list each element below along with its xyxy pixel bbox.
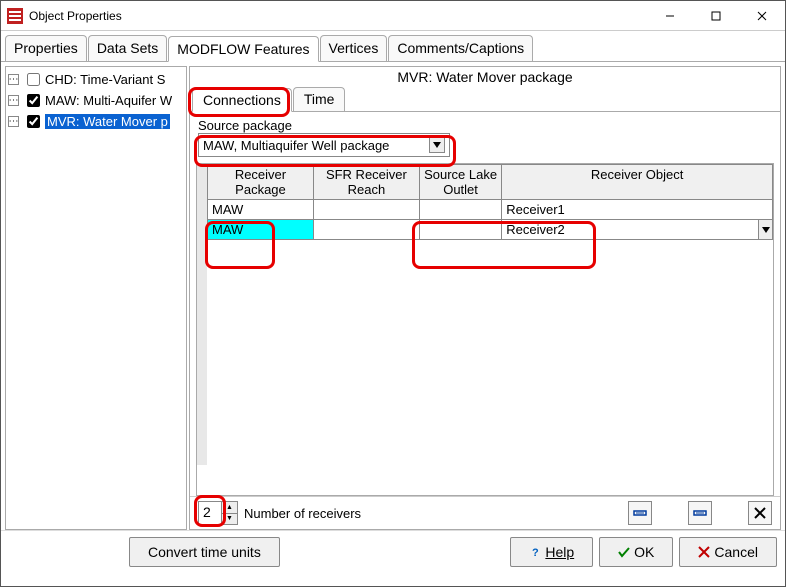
receivers-count-label: Number of receivers: [244, 506, 361, 521]
tree-checkbox[interactable]: [27, 73, 40, 86]
tab-vertices[interactable]: Vertices: [320, 35, 388, 61]
x-icon: [698, 546, 710, 558]
tree-item-maw[interactable]: ⋯ MAW: Multi-Aquifer W: [8, 90, 184, 111]
cell-sfr[interactable]: [313, 220, 419, 240]
ok-button[interactable]: OK: [599, 537, 673, 567]
col-sfr-reach: SFR Receiver Reach: [313, 165, 419, 200]
tab-data-sets[interactable]: Data Sets: [88, 35, 167, 61]
help-button[interactable]: ? Help: [510, 537, 593, 567]
window-title: Object Properties: [29, 9, 647, 23]
spin-up-button[interactable]: ▲: [222, 502, 237, 514]
insert-row-button[interactable]: [628, 501, 652, 525]
tree-label: MVR: Water Mover p: [45, 114, 170, 129]
tree-item-chd[interactable]: ⋯ CHD: Time-Variant S: [8, 69, 184, 90]
receivers-count-input[interactable]: 2: [198, 501, 222, 525]
row-handle[interactable]: [197, 164, 207, 465]
question-icon: ?: [529, 546, 541, 558]
minimize-button[interactable]: [647, 1, 693, 31]
receivers-table[interactable]: Receiver Package SFR Receiver Reach Sour…: [207, 164, 773, 240]
source-package-value: MAW, Multiaquifer Well package: [203, 138, 389, 153]
table-row[interactable]: MAW Receiver1: [208, 200, 773, 220]
panel-title: MVR: Water Mover package: [190, 67, 780, 87]
expander-icon[interactable]: ⋯: [8, 74, 19, 85]
app-icon: [7, 8, 23, 24]
source-package-dropdown[interactable]: MAW, Multiaquifer Well package: [198, 133, 450, 157]
spin-down-button[interactable]: ▼: [222, 514, 237, 525]
dialog-footer: Convert time units ? Help OK Cancel: [1, 530, 785, 573]
expander-icon[interactable]: ⋯: [8, 116, 19, 127]
tab-time[interactable]: Time: [293, 87, 346, 111]
main-tabs: Properties Data Sets MODFLOW Features Ve…: [1, 31, 785, 62]
delete-row-button[interactable]: [748, 501, 772, 525]
sub-tabs: Connections Time: [190, 87, 780, 112]
table-row[interactable]: MAW Receiver2: [208, 220, 773, 240]
add-row-button[interactable]: [688, 501, 712, 525]
cell-sfr[interactable]: [313, 200, 419, 220]
expander-icon[interactable]: ⋯: [8, 95, 19, 106]
maximize-button[interactable]: [693, 1, 739, 31]
chevron-down-icon[interactable]: [429, 137, 445, 153]
cell-obj[interactable]: Receiver2: [502, 220, 773, 240]
tab-comments[interactable]: Comments/Captions: [388, 35, 533, 61]
right-panel: MVR: Water Mover package Connections Tim…: [189, 66, 781, 530]
tree-item-mvr[interactable]: ⋯ MVR: Water Mover p: [8, 111, 184, 132]
titlebar: Object Properties: [1, 1, 785, 31]
cancel-button[interactable]: Cancel: [679, 537, 777, 567]
receivers-table-wrapper: Receiver Package SFR Receiver Reach Sour…: [196, 163, 774, 496]
tab-properties[interactable]: Properties: [5, 35, 87, 61]
cell-lake[interactable]: [419, 200, 501, 220]
source-package-label: Source package: [198, 118, 772, 133]
cell-pkg[interactable]: MAW: [208, 200, 314, 220]
tree-label: MAW: Multi-Aquifer W: [45, 93, 172, 108]
convert-time-units-button[interactable]: Convert time units: [129, 537, 280, 567]
cell-pkg[interactable]: MAW: [208, 220, 314, 240]
cell-obj[interactable]: Receiver1: [502, 200, 773, 220]
check-icon: [618, 546, 630, 558]
tab-modflow-features[interactable]: MODFLOW Features: [168, 36, 318, 62]
svg-text:?: ?: [532, 547, 539, 558]
feature-tree: ⋯ CHD: Time-Variant S ⋯ MAW: Multi-Aquif…: [5, 66, 187, 530]
col-source-lake-outlet: Source Lake Outlet: [419, 165, 501, 200]
tree-checkbox[interactable]: [27, 94, 40, 107]
tree-checkbox[interactable]: [27, 115, 40, 128]
tree-label: CHD: Time-Variant S: [45, 72, 165, 87]
col-receiver-package: Receiver Package: [208, 165, 314, 200]
col-receiver-object: Receiver Object: [502, 165, 773, 200]
receivers-toolbar: 2 ▲ ▼ Number of receivers: [190, 496, 780, 529]
tab-connections[interactable]: Connections: [192, 88, 292, 112]
cell-lake[interactable]: [419, 220, 501, 240]
chevron-down-icon[interactable]: [758, 220, 772, 239]
close-button[interactable]: [739, 1, 785, 31]
